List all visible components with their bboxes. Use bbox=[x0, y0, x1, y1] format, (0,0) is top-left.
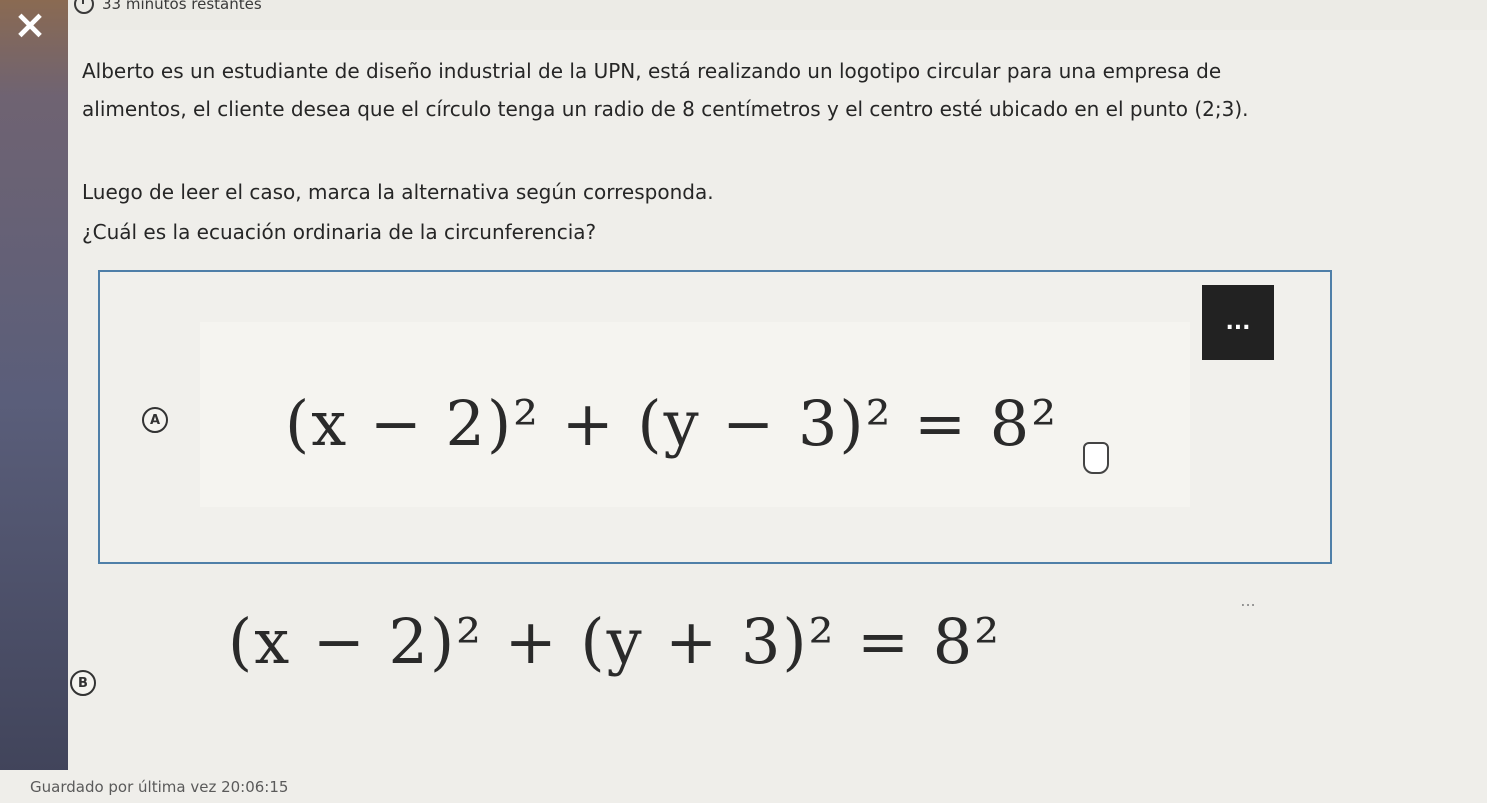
timer: 33 minutos restantes bbox=[74, 0, 262, 14]
left-rail bbox=[0, 0, 68, 803]
option-a-letter: A bbox=[142, 407, 168, 433]
footer: Guardado por última vez 20:06:15 bbox=[0, 770, 1487, 803]
case-paragraph: Alberto es un estudiante de diseño indus… bbox=[82, 59, 1249, 121]
timer-text: 33 minutos restantes bbox=[102, 0, 262, 13]
option-b-letter: B bbox=[70, 670, 96, 696]
close-icon[interactable]: × bbox=[0, 0, 60, 50]
saved-status: Guardado por última vez 20:06:15 bbox=[30, 778, 289, 796]
question-text: ¿Cuál es la ecuación ordinaria de la cir… bbox=[82, 220, 597, 244]
top-bar: 33 minutos restantes bbox=[68, 0, 1487, 31]
option-a[interactable]: A (x − 2)² + (y − 3)² = 8² bbox=[98, 270, 1332, 564]
option-a-equation: (x − 2)² + (y − 3)² = 8² bbox=[285, 387, 1059, 460]
hand-cursor-icon bbox=[1083, 442, 1109, 474]
timer-icon bbox=[74, 0, 94, 14]
more-options-button[interactable]: ... bbox=[1202, 285, 1274, 360]
option-b-equation: (x − 2)² + (y + 3)² = 8² bbox=[228, 605, 1002, 678]
instruction-text: Luego de leer el caso, marca la alternat… bbox=[82, 180, 714, 204]
